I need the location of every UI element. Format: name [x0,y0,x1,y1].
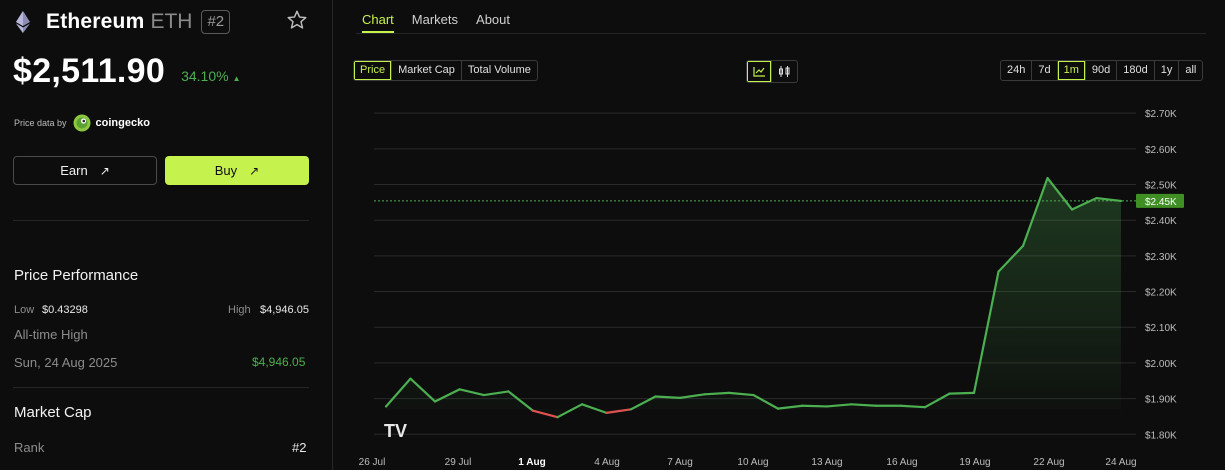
rank-badge: #2 [201,10,231,34]
chart-type-selector [746,60,798,83]
market-cap-title: Market Cap [14,404,92,421]
y-tick-label: $2.30K [1145,252,1177,263]
candlestick-button[interactable] [772,61,797,82]
metric-market-cap-option[interactable]: Market Cap [392,61,462,80]
line-chart-button[interactable] [747,61,772,82]
range-1y-option[interactable]: 1y [1155,61,1180,80]
low-label: Low [14,304,35,316]
x-tick-label: 16 Aug [886,457,917,468]
y-tick-label: $2.00K [1145,359,1177,370]
price-chart[interactable]: $1.80K $1.90K $2.00K $2.10K $2.20K $2.30K $2.4… [356,100,1225,470]
y-tick-label: $2.20K [1145,288,1177,299]
earn-button[interactable]: Earn ↗ [13,156,157,185]
price-change-percent: 34.10% [181,68,229,84]
price-line-segment [801,404,829,408]
divider [13,220,309,221]
price-row: $2,511.90 34.10% ▲ [13,52,241,91]
range-all-option[interactable]: all [1179,61,1202,80]
price-line-segment [948,391,976,395]
rank-label: Rank [14,440,45,455]
tab-markets[interactable]: Markets [412,12,458,33]
x-tick-label: 29 Jul [445,457,472,468]
tabs-divider [356,33,1206,34]
y-tick-label: $1.90K [1145,395,1177,406]
x-tick-label: 7 Aug [667,457,693,468]
coin-header: Ethereum ETH #2 [14,9,314,35]
arrow-up-right-icon: ↗ [249,163,260,178]
current-price-label: $2.45K [1145,197,1177,208]
x-tick-label: 10 Aug [737,457,768,468]
ath-label: All-time High [14,327,88,342]
metric-total-volume-option[interactable]: Total Volume [462,61,537,80]
up-triangle-icon: ▲ [232,74,241,83]
x-tick-label: 4 Aug [594,457,620,468]
price-line-segment [899,404,927,409]
arrow-up-right-icon: ↗ [99,163,110,178]
price-line-segment [850,403,878,407]
coin-name: Ethereum [46,10,145,33]
provider-name: coingecko [95,117,150,129]
x-tick-label: 24 Aug [1105,457,1136,468]
candlestick-icon [779,66,790,77]
y-tick-label: $2.50K [1145,181,1177,192]
tradingview-logo-icon: TV [384,421,407,441]
divider [13,387,309,388]
range-180d-option[interactable]: 180d [1117,61,1155,80]
ethereum-icon [16,11,30,33]
x-tick-label: 1 Aug [518,457,545,468]
coin-symbol: ETH [150,10,193,33]
price-data-label: Price data by [14,118,67,128]
y-tick-label: $2.40K [1145,216,1177,227]
y-tick-label: $2.70K [1145,109,1177,120]
y-tick-label: $2.60K [1145,145,1177,156]
tab-chart[interactable]: Chart [362,12,394,33]
earn-button-label: Earn [60,163,88,178]
range-1m-option[interactable]: 1m [1058,61,1086,80]
low-value: $0.43298 [42,304,88,316]
y-tick-label: $1.80K [1145,430,1177,441]
content-tabs: Chart Markets About [362,12,528,33]
x-tick-label: 22 Aug [1033,457,1064,468]
line-chart-icon [752,67,765,77]
range-24h-option[interactable]: 24h [1001,61,1033,80]
ath-date: Sun, 24 Aug 2025 [14,355,118,370]
buy-button-label: Buy [214,163,238,178]
x-tick-label: 19 Aug [959,457,990,468]
price-line-segment [654,395,682,399]
current-price: $2,511.90 [13,52,166,90]
price-performance-title: Price Performance [14,267,139,284]
price-area-fill [386,178,1121,418]
time-range-selector: 24h 7d 1m 90d 180d 1y all [1000,60,1204,81]
high-label: High [228,304,251,316]
metric-selector: Price Market Cap Total Volume [353,60,538,81]
tab-about[interactable]: About [476,12,510,33]
ath-value: $4,946.05 [252,355,306,369]
x-tick-label: 13 Aug [811,457,842,468]
y-tick-label: $2.10K [1145,323,1177,334]
coingecko-logo-icon [73,114,91,132]
metric-price-option[interactable]: Price [354,61,393,80]
coin-panel: Ethereum ETH #2 $2,511.90 34.10% ▲ Price… [0,0,333,470]
high-value: $4,946.05 [260,304,309,316]
range-7d-option[interactable]: 7d [1032,61,1058,80]
rank-value: #2 [292,440,307,455]
price-line-segment [703,391,731,396]
x-tick-label: 26 Jul [359,457,386,468]
price-data-attribution: Price data by coingecko [14,114,150,132]
range-90d-option[interactable]: 90d [1086,61,1118,80]
buy-button[interactable]: Buy ↗ [165,156,309,185]
star-icon[interactable] [286,9,308,31]
